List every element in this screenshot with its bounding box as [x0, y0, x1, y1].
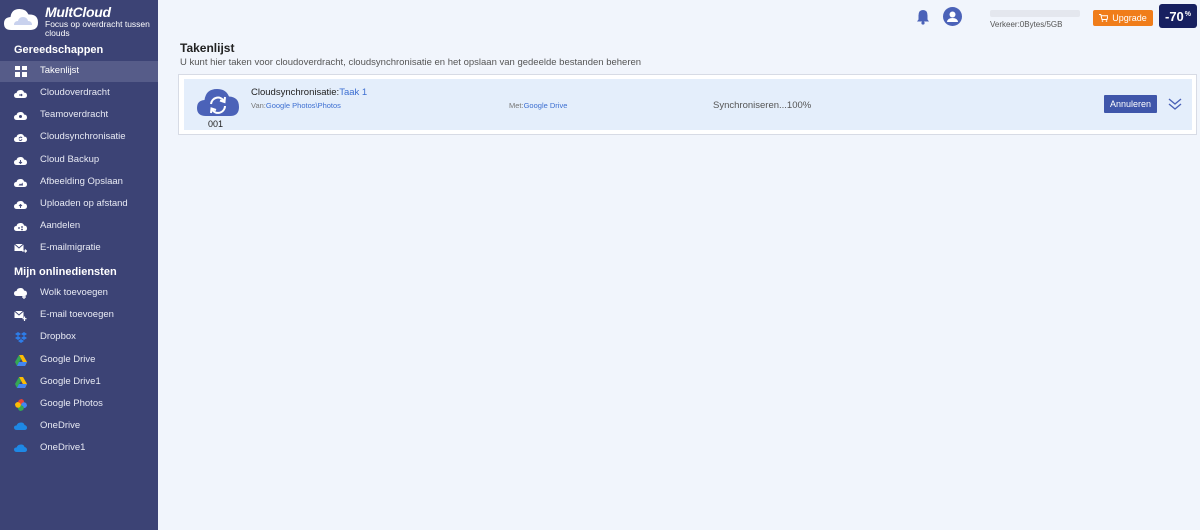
- sidebar-item-takenlijst[interactable]: Takenlijst: [0, 61, 158, 82]
- sidebar-item-dropbox[interactable]: Dropbox: [0, 327, 158, 348]
- sidebar-item-label: Cloudoverdracht: [40, 87, 110, 98]
- share-icon: [14, 220, 27, 233]
- sidebar-item-label: Cloudsynchronisatie: [40, 131, 126, 142]
- task-number: 001: [208, 119, 224, 129]
- sidebar-item-label: E-mailmigratie: [40, 242, 101, 253]
- sidebar-item-label: Afbeelding Opslaan: [40, 176, 123, 187]
- chevron-double-down-icon[interactable]: [1167, 96, 1183, 112]
- sidebar-item-onedrive[interactable]: OneDrive: [0, 416, 158, 437]
- sidebar-item-cloud-backup[interactable]: Cloud Backup: [0, 150, 158, 171]
- sidebar-item-aandelen[interactable]: Aandelen: [0, 216, 158, 237]
- onedrive-icon: [14, 420, 27, 433]
- task-source-label: Van:: [251, 101, 266, 110]
- sidebar-item-google-drive1[interactable]: Google Drive1: [0, 372, 158, 393]
- user-avatar[interactable]: [943, 7, 962, 26]
- promo-badge[interactable]: -70%: [1159, 4, 1197, 28]
- add-cloud-icon: [14, 287, 27, 300]
- task-target-label: Met:: [509, 101, 524, 110]
- brand-name: MultCloud: [45, 4, 111, 20]
- cloud-transfer-icon: [14, 87, 27, 100]
- sidebar-item-label: Uploaden op afstand: [40, 198, 128, 209]
- task-list: 001 Cloudsynchronisatie:Taak 1 Van:Googl…: [178, 74, 1197, 135]
- task-target-link[interactable]: Google Drive: [524, 101, 568, 110]
- google-drive-icon: [14, 354, 27, 367]
- sidebar-item-label: Cloud Backup: [40, 154, 100, 165]
- topbar: [158, 0, 1200, 36]
- sidebar-item-cloudsynchronisatie[interactable]: Cloudsynchronisatie: [0, 127, 158, 148]
- sidebar-item-label: OneDrive: [40, 420, 81, 431]
- task-title: Cloudsynchronisatie:Taak 1: [251, 87, 367, 98]
- brand[interactable]: MultCloud Focus op overdracht tussen clo…: [0, 0, 158, 40]
- dropbox-icon: [14, 331, 27, 344]
- traffic-usage: Verkeer:0Bytes/5GB: [990, 20, 1063, 29]
- task-status: Synchroniseren...100%: [713, 100, 812, 111]
- task-target: Met:Google Drive: [509, 101, 567, 110]
- page-subtitle: U kunt hier taken voor cloudoverdracht, …: [180, 57, 642, 68]
- cloud-sync-icon: [14, 131, 27, 144]
- user-icon: [947, 11, 958, 22]
- sidebar-item-cloudoverdracht[interactable]: Cloudoverdracht: [0, 83, 158, 104]
- sidebar-item-label: Aandelen: [40, 220, 81, 231]
- grid-icon: [14, 65, 27, 78]
- cancel-button[interactable]: Annuleren: [1104, 95, 1157, 113]
- image-save-icon: [14, 176, 27, 189]
- sidebar-item-label: Teamoverdracht: [40, 109, 109, 120]
- bell-icon[interactable]: [916, 9, 930, 25]
- upgrade-label: Upgrade: [1112, 13, 1147, 23]
- email-migration-icon: [14, 242, 27, 255]
- sidebar-item-e-mail-toevoegen[interactable]: E-mail toevoegen: [0, 305, 158, 326]
- sidebar-item-teamoverdracht[interactable]: Teamoverdracht: [0, 105, 158, 126]
- sidebar-item-onedrive1[interactable]: OneDrive1: [0, 438, 158, 459]
- sidebar-item-label: Google Photos: [40, 398, 103, 409]
- google-photos-icon: [14, 398, 27, 411]
- cloud-backup-icon: [14, 154, 27, 167]
- onedrive-icon: [14, 442, 27, 455]
- multcloud-logo-icon: [4, 9, 38, 30]
- google-drive-icon: [14, 376, 27, 389]
- cart-icon: [1099, 14, 1109, 22]
- task-source-link[interactable]: Google Photos\Photos: [266, 101, 341, 110]
- task-row[interactable]: 001 Cloudsynchronisatie:Taak 1 Van:Googl…: [184, 79, 1192, 130]
- task-name-link[interactable]: Taak 1: [339, 87, 367, 98]
- sidebar-item-uploaden-op-afstand[interactable]: Uploaden op afstand: [0, 194, 158, 215]
- sidebar-item-google-drive[interactable]: Google Drive: [0, 350, 158, 371]
- brand-tagline: Focus op overdracht tussen clouds: [45, 19, 150, 38]
- sidebar-item-label: Takenlijst: [40, 65, 80, 76]
- promo-value: -70: [1164, 8, 1184, 24]
- sidebar-item-label: Google Drive: [40, 354, 96, 365]
- sidebar-item-label: E-mail toevoegen: [40, 309, 114, 320]
- sidebar-item-google-photos[interactable]: Google Photos: [0, 394, 158, 415]
- upgrade-button[interactable]: Upgrade: [1093, 10, 1153, 26]
- cloud-sync-icon: [197, 89, 239, 116]
- sidebar-item-label: Wolk toevoegen: [40, 287, 108, 298]
- sidebar-item-e-mailmigratie[interactable]: E-mailmigratie: [0, 238, 158, 259]
- add-email-icon: [14, 309, 27, 322]
- remote-upload-icon: [14, 198, 27, 211]
- sidebar-item-label: Google Drive1: [40, 376, 101, 387]
- sidebar-item-label: OneDrive1: [40, 442, 86, 453]
- traffic-progress-bar: [990, 10, 1080, 17]
- services-section-title: Mijn onlinediensten: [14, 266, 117, 278]
- task-type: Cloudsynchronisatie:: [251, 87, 340, 98]
- sidebar-item-label: Dropbox: [40, 331, 76, 342]
- promo-percent: %: [1184, 11, 1192, 18]
- page-title: Takenlijst: [180, 41, 235, 55]
- team-transfer-icon: [14, 109, 27, 122]
- sidebar-item-wolk-toevoegen[interactable]: Wolk toevoegen: [0, 283, 158, 304]
- sidebar-item-afbeelding-opslaan[interactable]: Afbeelding Opslaan: [0, 172, 158, 193]
- sidebar: MultCloud Focus op overdracht tussen clo…: [0, 0, 158, 530]
- task-source: Van:Google Photos\Photos: [251, 101, 341, 110]
- tools-section-title: Gereedschappen: [14, 44, 104, 56]
